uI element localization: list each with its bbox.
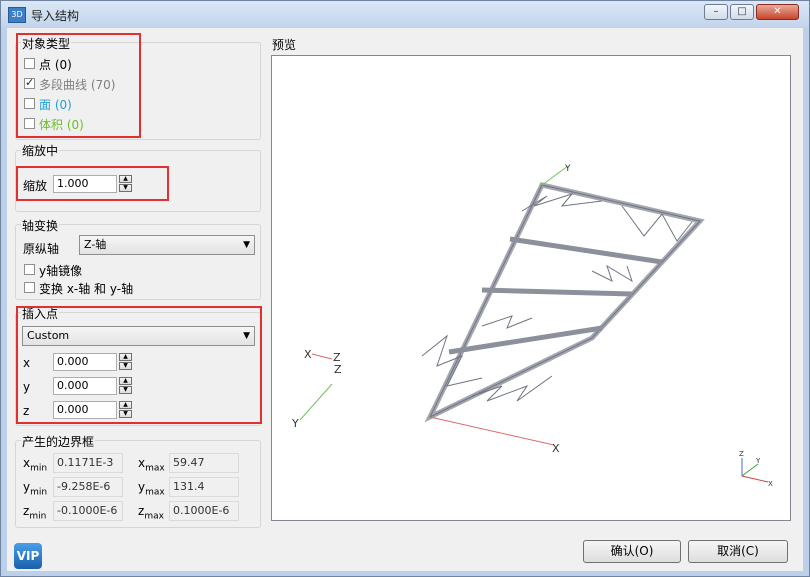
ok-button[interactable]: 确认(O) — [583, 540, 681, 563]
scaling-title: 缩放中 — [21, 142, 60, 159]
vertical-axis-label: 原纵轴 — [23, 242, 60, 256]
z-max-label: zmax — [138, 504, 164, 522]
preview-axis-y-top: Y — [564, 164, 571, 174]
swap-xy-label: 变换 x-轴 和 y-轴 — [39, 282, 134, 296]
dialog-body: 对象类型 点 (0) 多段曲线 (70) 面 (0) 体积 (0) 缩放中 缩放… — [7, 28, 803, 533]
scaling-highlight — [16, 166, 169, 201]
y-axis-line-left — [299, 383, 333, 421]
x-min-label: xmin — [23, 456, 48, 474]
truss-outline-edge — [428, 184, 701, 419]
window-title: 导入结构 — [31, 9, 80, 23]
preview-panel[interactable]: Y X Z Z Y X Z Y X — [271, 55, 791, 521]
axis-transform-title: 轴变换 — [21, 217, 60, 234]
y-min-value: -9.258E-6 — [53, 477, 123, 497]
x-min-value: 0.1171E-3 — [53, 453, 123, 473]
preview-axis-z-left-2: Z — [334, 363, 342, 376]
x-axis-line-left — [311, 353, 333, 360]
app-icon: 3D — [8, 7, 26, 23]
cross-member-2 — [481, 287, 633, 297]
import-structure-dialog: 3D 导入结构 – □ ✕ 对象类型 点 (0) 多段曲线 (70) 面 (0)… — [0, 0, 810, 577]
button-bar: VIP 确认(O) 取消(C) — [7, 533, 803, 571]
cross-member-1 — [509, 236, 663, 265]
bounding-box-title: 产生的边界框 — [21, 433, 96, 450]
mini-axis-y: Y — [755, 457, 761, 465]
minimize-button[interactable]: – — [704, 4, 728, 20]
mini-axis-x: X — [768, 480, 773, 488]
preview-axis-x-right: X — [552, 442, 560, 455]
preview-axis-x-left: X — [304, 348, 312, 361]
vip-button[interactable]: VIP — [14, 543, 42, 569]
y-min-label: ymin — [23, 480, 48, 498]
mirror-y-checkbox[interactable] — [24, 264, 35, 275]
close-button[interactable]: ✕ — [756, 4, 799, 20]
x-max-label: xmax — [138, 456, 165, 474]
x-max-value: 59.47 — [169, 453, 239, 473]
x-axis-line — [429, 416, 555, 446]
structure-preview-drawing: Y X Z Z Y X Z Y X — [291, 164, 773, 488]
cancel-button[interactable]: 取消(C) — [688, 540, 788, 563]
swap-xy-checkbox[interactable] — [24, 282, 35, 293]
preview-title: 预览 — [272, 38, 297, 52]
y-max-label: ymax — [138, 480, 165, 498]
mirror-y-label: y轴镜像 — [39, 264, 83, 278]
title-bar: 3D 导入结构 – □ ✕ — [1, 1, 809, 27]
insertion-point-highlight — [16, 306, 262, 424]
truss-outline — [424, 182, 705, 423]
maximize-button[interactable]: □ — [730, 4, 754, 20]
object-type-highlight — [16, 33, 141, 138]
mini-axes-icon: Z Y X — [739, 450, 773, 488]
z-max-value: 0.1000E-6 — [169, 501, 239, 521]
corner-bracing — [421, 193, 693, 402]
vertical-axis-select[interactable]: Z-轴 ▼ — [79, 235, 255, 255]
z-min-value: -0.1000E-6 — [53, 501, 123, 521]
y-max-value: 131.4 — [169, 477, 239, 497]
preview-axis-y-left: Y — [291, 417, 299, 430]
mini-axis-z: Z — [739, 450, 744, 458]
chevron-down-icon: ▼ — [243, 240, 250, 250]
vertical-axis-value: Z-轴 — [84, 238, 107, 251]
z-min-label: zmin — [23, 504, 47, 522]
